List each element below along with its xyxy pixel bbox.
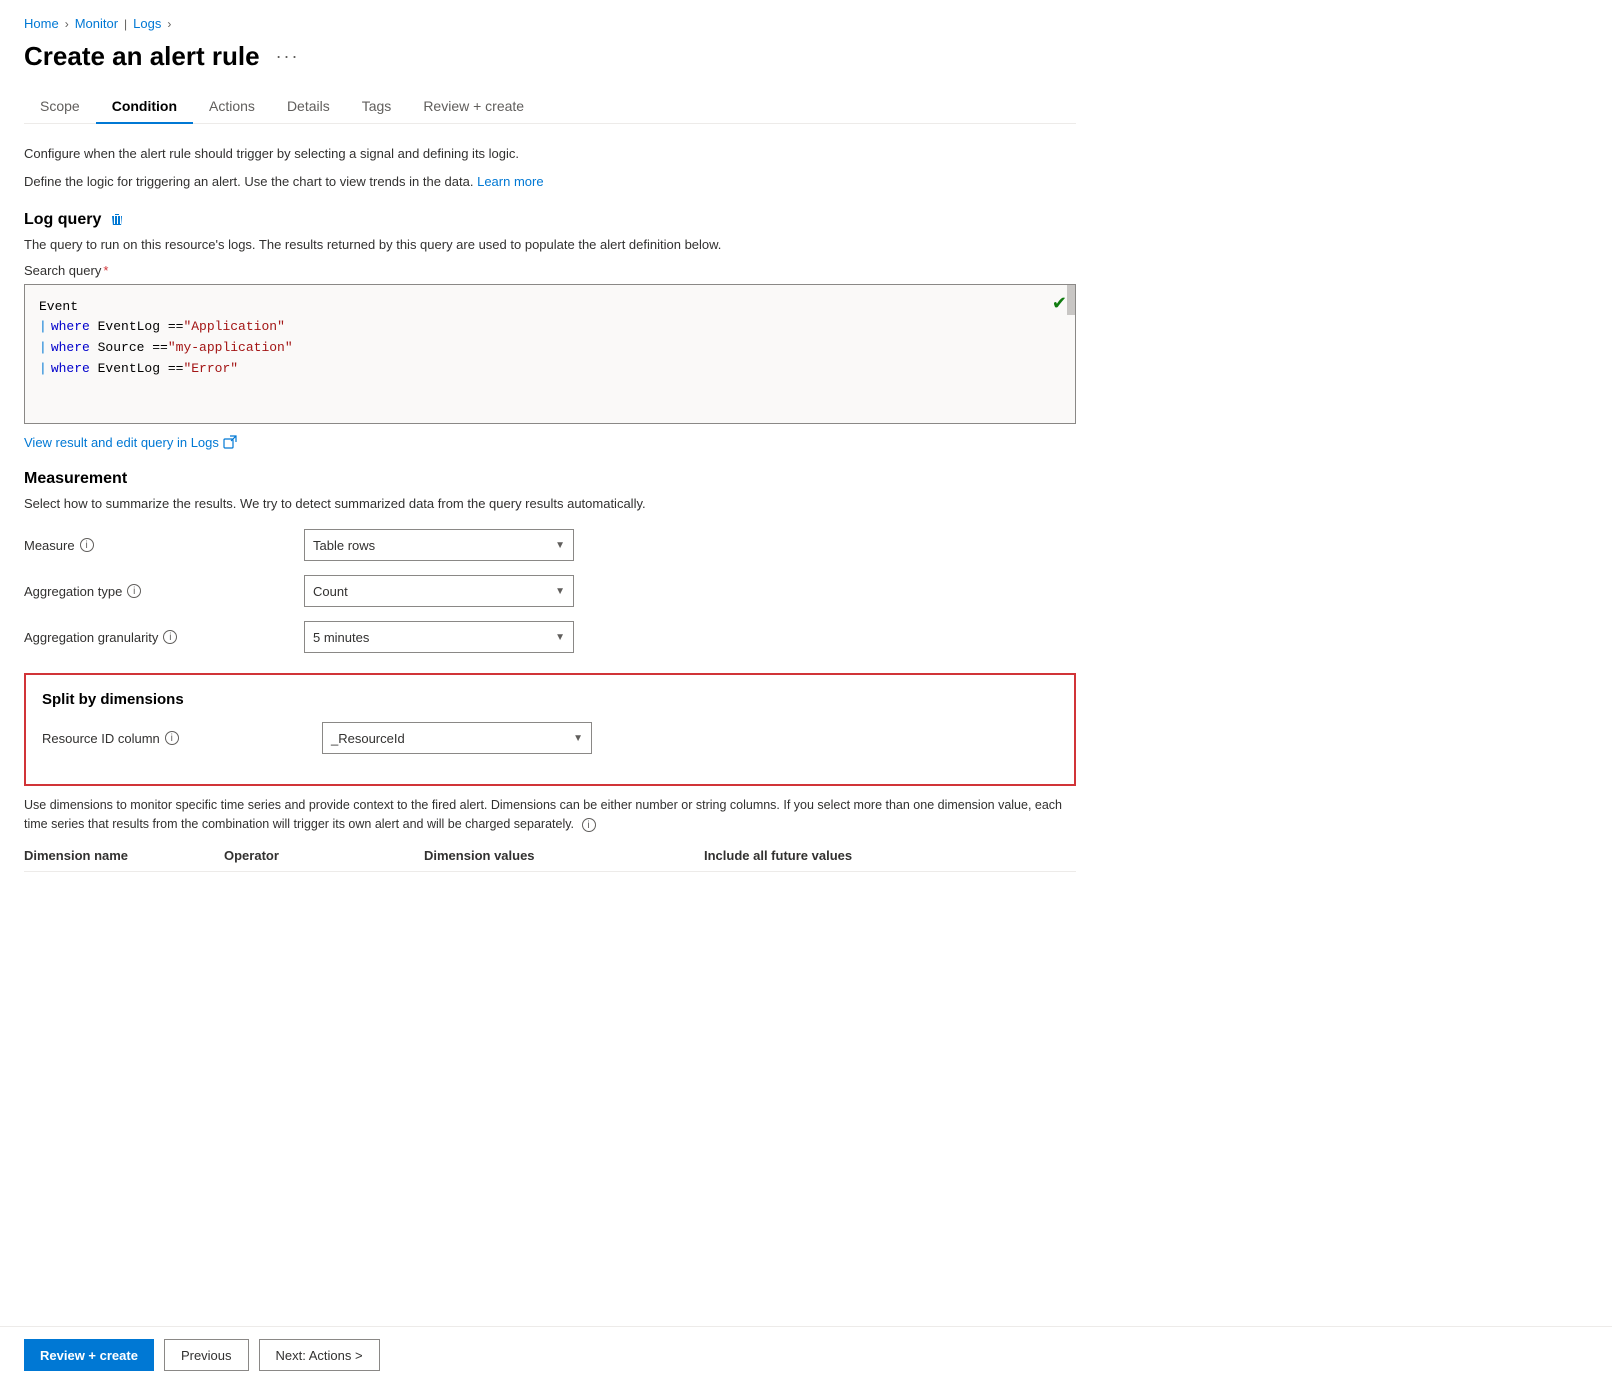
view-edit-query-link[interactable]: View result and edit query in Logs <box>24 435 237 450</box>
breadcrumb: Home › Monitor | Logs › <box>24 16 1076 31</box>
aggregation-type-dropdown[interactable]: Count ▼ <box>304 575 574 607</box>
more-options-button[interactable]: ··· <box>272 46 304 67</box>
previous-button[interactable]: Previous <box>164 1339 249 1371</box>
split-by-dimensions-title: Split by dimensions <box>42 691 1058 708</box>
tab-bar: Scope Condition Actions Details Tags Rev… <box>24 90 1076 124</box>
aggregation-type-row: Aggregation type i Count ▼ <box>24 575 1076 607</box>
resource-id-label: Resource ID column <box>42 731 160 746</box>
dim-col-header-values: Dimension values <box>424 848 704 863</box>
measure-label: Measure <box>24 538 75 553</box>
delete-query-icon[interactable] <box>109 212 125 228</box>
log-query-desc: The query to run on this resource's logs… <box>24 235 1076 255</box>
footer-bar: Review + create Previous Next: Actions > <box>0 1326 1612 1383</box>
measure-chevron-icon: ▼ <box>555 540 565 551</box>
measure-info-icon[interactable]: i <box>80 538 94 552</box>
aggregation-type-label: Aggregation type <box>24 584 122 599</box>
query-editor[interactable]: ✔ Event |where EventLog == "Application"… <box>24 284 1076 424</box>
aggregation-granularity-row: Aggregation granularity i 5 minutes ▼ <box>24 621 1076 653</box>
dimensions-note-info-icon[interactable]: i <box>582 818 596 832</box>
condition-desc-1: Configure when the alert rule should tri… <box>24 144 1076 164</box>
dim-col-header-future: Include all future values <box>704 848 1076 863</box>
review-create-button[interactable]: Review + create <box>24 1339 154 1371</box>
breadcrumb-logs[interactable]: Logs <box>133 16 161 31</box>
view-query-footer: View result and edit query in Logs <box>24 434 1076 450</box>
dimension-table-header: Dimension name Operator Dimension values… <box>24 848 1076 872</box>
query-success-icon: ✔ <box>1052 293 1067 314</box>
learn-more-link[interactable]: Learn more <box>477 174 543 189</box>
tab-condition[interactable]: Condition <box>96 90 193 124</box>
external-link-icon <box>223 435 237 449</box>
breadcrumb-sep-3: › <box>167 17 171 31</box>
resource-id-dropdown[interactable]: _ResourceId ▼ <box>322 722 592 754</box>
search-query-label: Search query* <box>24 263 1076 278</box>
resource-id-row: Resource ID column i _ResourceId ▼ <box>42 722 1058 754</box>
dimensions-note: Use dimensions to monitor specific time … <box>24 796 1076 834</box>
aggregation-type-info-icon[interactable]: i <box>127 584 141 598</box>
tab-tags[interactable]: Tags <box>346 90 408 124</box>
aggregation-granularity-dropdown[interactable]: 5 minutes ▼ <box>304 621 574 653</box>
aggregation-granularity-label: Aggregation granularity <box>24 630 158 645</box>
code-display: Event |where EventLog == "Application" |… <box>25 285 1075 392</box>
page-title: Create an alert rule <box>24 41 260 72</box>
measure-dropdown[interactable]: Table rows ▼ <box>304 529 574 561</box>
tab-details[interactable]: Details <box>271 90 346 124</box>
condition-desc-2: Define the logic for triggering an alert… <box>24 172 1076 192</box>
dim-col-header-name: Dimension name <box>24 848 224 863</box>
measurement-desc: Select how to summarize the results. We … <box>24 494 1076 514</box>
breadcrumb-sep-1: › <box>65 17 69 31</box>
measurement-heading: Measurement <box>24 470 127 488</box>
split-by-dimensions-box: Split by dimensions Resource ID column i… <box>24 673 1076 786</box>
next-actions-button[interactable]: Next: Actions > <box>259 1339 380 1371</box>
aggregation-granularity-info-icon[interactable]: i <box>163 630 177 644</box>
tab-review-create[interactable]: Review + create <box>407 90 540 124</box>
tab-actions[interactable]: Actions <box>193 90 271 124</box>
breadcrumb-monitor[interactable]: Monitor <box>75 16 118 31</box>
breadcrumb-home[interactable]: Home <box>24 16 59 31</box>
aggregation-type-chevron-icon: ▼ <box>555 586 565 597</box>
breadcrumb-sep-2: | <box>124 17 127 31</box>
tab-scope[interactable]: Scope <box>24 90 96 124</box>
log-query-heading: Log query <box>24 211 101 229</box>
resource-id-info-icon[interactable]: i <box>165 731 179 745</box>
resource-id-chevron-icon: ▼ <box>573 733 583 744</box>
scrollbar[interactable] <box>1067 285 1075 315</box>
aggregation-granularity-chevron-icon: ▼ <box>555 632 565 643</box>
measure-row: Measure i Table rows ▼ <box>24 529 1076 561</box>
dim-col-header-operator: Operator <box>224 848 424 863</box>
